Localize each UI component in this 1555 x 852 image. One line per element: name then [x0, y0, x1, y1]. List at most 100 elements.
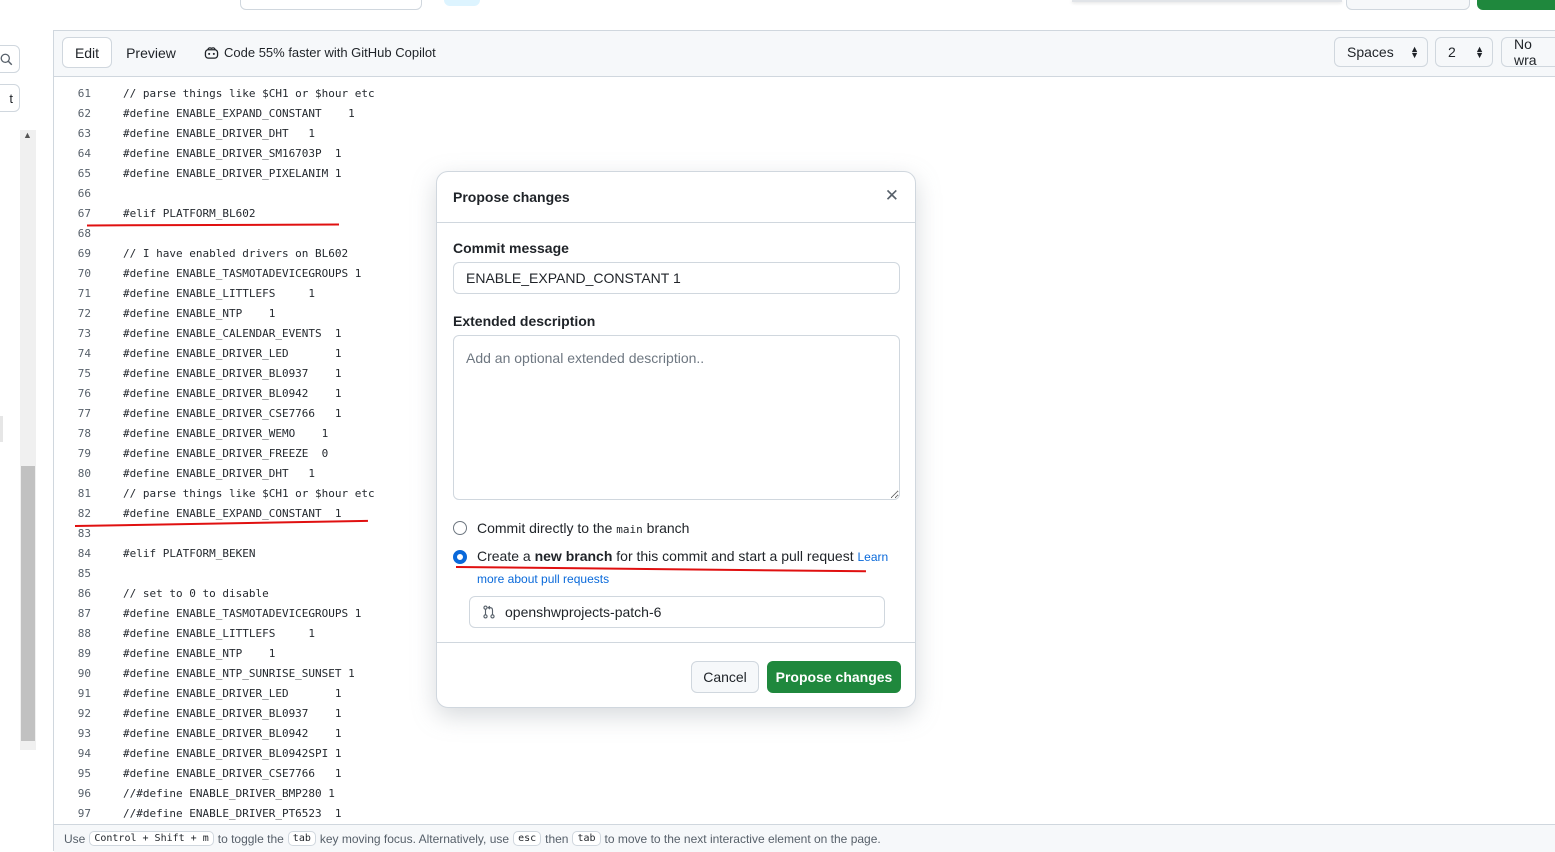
search-icon — [0, 53, 13, 65]
line-number: 84 — [77, 547, 91, 560]
option-text: Commit directly to the — [477, 520, 613, 536]
line-content[interactable]: #define ENABLE_DRIVER_CSE7766 1 — [123, 764, 342, 784]
line-content[interactable]: #define ENABLE_EXPAND_CONSTANT 1 — [123, 104, 355, 124]
line-content[interactable]: #define ENABLE_DRIVER_DHT 1 — [123, 464, 315, 484]
line-content[interactable]: #elif PLATFORM_BEKEN — [123, 544, 255, 564]
indent-mode-value: Spaces — [1347, 44, 1394, 60]
commit-message-input[interactable] — [453, 262, 900, 294]
tab-edit[interactable]: Edit — [62, 37, 112, 68]
line-content[interactable]: // parse things like $CH1 or $hour etc — [123, 484, 375, 504]
commit-direct-radio[interactable] — [453, 521, 467, 535]
code-line[interactable]: 93 #define ENABLE_DRIVER_BL0942 1 — [54, 724, 1555, 744]
line-content[interactable]: #define ENABLE_DRIVER_BL0937 1 — [123, 704, 342, 724]
code-line[interactable]: 94 #define ENABLE_DRIVER_BL0942SPI 1 — [54, 744, 1555, 764]
tab-preview[interactable]: Preview — [116, 37, 186, 68]
line-number: 74 — [77, 347, 91, 360]
extended-description-textarea[interactable] — [453, 335, 900, 500]
line-content[interactable]: #define ENABLE_DRIVER_BL0937 1 — [123, 364, 342, 384]
line-number: 70 — [77, 267, 91, 280]
line-content[interactable]: #define ENABLE_DRIVER_CSE7766 1 — [123, 404, 342, 424]
line-number: 78 — [77, 427, 91, 440]
branch-name-field[interactable]: openshwprojects-patch-6 — [469, 596, 885, 628]
line-number: 82 — [77, 507, 91, 520]
kbd-shortcut: Control + Shift + m — [89, 831, 214, 846]
line-content[interactable]: #define ENABLE_DRIVER_WEMO 1 — [123, 424, 328, 444]
indent-mode-select[interactable]: Spaces ▲ ▼ — [1334, 37, 1428, 67]
search-button[interactable] — [0, 45, 20, 73]
line-number: 64 — [77, 147, 91, 160]
line-content[interactable]: #define ENABLE_TASMOTADEVICEGROUPS 1 — [123, 604, 361, 624]
line-content[interactable]: #define ENABLE_NTP_SUNRISE_SUNSET 1 — [123, 664, 355, 684]
line-number: 91 — [77, 687, 91, 700]
line-content[interactable]: #elif PLATFORM_BL602 — [123, 204, 255, 224]
line-content[interactable]: #define ENABLE_DRIVER_BL0942 1 — [123, 724, 342, 744]
line-content[interactable]: #define ENABLE_DRIVER_PIXELANIM 1 — [123, 164, 342, 184]
line-number: 81 — [77, 487, 91, 500]
indent-size-value: 2 — [1448, 44, 1456, 60]
commit-direct-option[interactable]: Commit directly to the main branch — [453, 520, 689, 536]
sidebar-action-button[interactable]: t — [0, 84, 20, 112]
line-content[interactable]: //#define ENABLE_DRIVER_BMP280 1 — [123, 784, 335, 804]
line-number: 96 — [77, 787, 91, 800]
branch-name-inline: main — [616, 523, 643, 536]
wrap-mode-select[interactable]: No wra — [1501, 36, 1555, 68]
cancel-button[interactable]: Cancel — [691, 661, 759, 693]
code-line[interactable]: 63 #define ENABLE_DRIVER_DHT 1 — [54, 124, 1555, 144]
line-content[interactable]: #define ENABLE_NTP 1 — [123, 304, 275, 324]
sidebar-button-label: t — [9, 90, 13, 106]
line-number: 87 — [77, 607, 91, 620]
line-number: 83 — [77, 527, 91, 540]
line-number: 97 — [77, 807, 91, 820]
line-content[interactable]: #define ENABLE_LITTLEFS 1 — [123, 284, 315, 304]
line-number: 94 — [77, 747, 91, 760]
status-text: Use — [64, 831, 86, 846]
indent-size-select[interactable]: 2 ▲ ▼ — [1435, 37, 1493, 67]
kbd-esc: esc — [513, 831, 542, 846]
scroll-up-arrow-icon[interactable]: ▲ — [23, 130, 32, 140]
popover-edge — [1072, 0, 1342, 2]
status-text: to move to the next interactive element … — [604, 831, 881, 846]
propose-changes-button[interactable]: Propose changes — [767, 661, 901, 693]
close-icon[interactable]: ✕ — [885, 187, 899, 205]
extended-description-label: Extended description — [453, 313, 596, 329]
line-content[interactable]: #define ENABLE_CALENDAR_EVENTS 1 — [123, 324, 342, 344]
line-content[interactable]: #define ENABLE_DRIVER_LED 1 — [123, 684, 342, 704]
line-content[interactable]: #define ENABLE_DRIVER_DHT 1 — [123, 124, 315, 144]
line-content[interactable]: #define ENABLE_LITTLEFS 1 — [123, 624, 315, 644]
kbd-tab: tab — [572, 831, 601, 846]
status-bar: Use Control + Shift + m to toggle the ta… — [54, 824, 1555, 852]
line-content[interactable]: // parse things like $CH1 or $hour etc — [123, 84, 375, 104]
line-number: 88 — [77, 627, 91, 640]
kbd-tab: tab — [287, 831, 316, 846]
copilot-icon — [204, 46, 219, 59]
scrollbar-thumb[interactable] — [21, 466, 35, 741]
option-text: branch — [646, 520, 690, 536]
line-content[interactable]: #define ENABLE_DRIVER_BL0942 1 — [123, 384, 342, 404]
filename-input[interactable] — [240, 0, 422, 10]
line-content[interactable]: // set to 0 to disable — [123, 584, 269, 604]
line-content[interactable]: #define ENABLE_DRIVER_BL0942SPI 1 — [123, 744, 342, 764]
code-line[interactable]: 64 #define ENABLE_DRIVER_SM16703P 1 — [54, 144, 1555, 164]
propose-changes-dialog: Propose changes ✕ Commit message Extende… — [436, 171, 916, 708]
code-line[interactable]: 97 //#define ENABLE_DRIVER_PT6523 1 — [54, 804, 1555, 824]
code-line[interactable]: 95 #define ENABLE_DRIVER_CSE7766 1 — [54, 764, 1555, 784]
copilot-promo[interactable]: Code 55% faster with GitHub Copilot — [204, 45, 436, 60]
new-branch-radio[interactable] — [453, 550, 467, 564]
cancel-changes-button[interactable] — [1346, 0, 1470, 10]
line-content[interactable]: #define ENABLE_DRIVER_LED 1 — [123, 344, 342, 364]
dialog-footer-divider — [437, 642, 915, 643]
wrap-mode-value: No wra — [1514, 36, 1537, 68]
code-line[interactable]: 61 // parse things like $CH1 or $hour etc — [54, 84, 1555, 104]
line-content[interactable]: #define ENABLE_DRIVER_SM16703P 1 — [123, 144, 342, 164]
line-content[interactable]: #define ENABLE_DRIVER_FREEZE 0 — [123, 444, 328, 464]
line-content[interactable]: #define ENABLE_TASMOTADEVICEGROUPS 1 — [123, 264, 361, 284]
option-text: Create a — [477, 548, 531, 564]
line-content[interactable]: //#define ENABLE_DRIVER_PT6523 1 — [123, 804, 342, 824]
code-line[interactable]: 62 #define ENABLE_EXPAND_CONSTANT 1 — [54, 104, 1555, 124]
commit-changes-button[interactable] — [1477, 0, 1555, 10]
line-content[interactable]: #define ENABLE_NTP 1 — [123, 644, 275, 664]
line-number: 89 — [77, 647, 91, 660]
line-number: 92 — [77, 707, 91, 720]
line-content[interactable]: // I have enabled drivers on BL602 — [123, 244, 348, 264]
code-line[interactable]: 96 //#define ENABLE_DRIVER_BMP280 1 — [54, 784, 1555, 804]
